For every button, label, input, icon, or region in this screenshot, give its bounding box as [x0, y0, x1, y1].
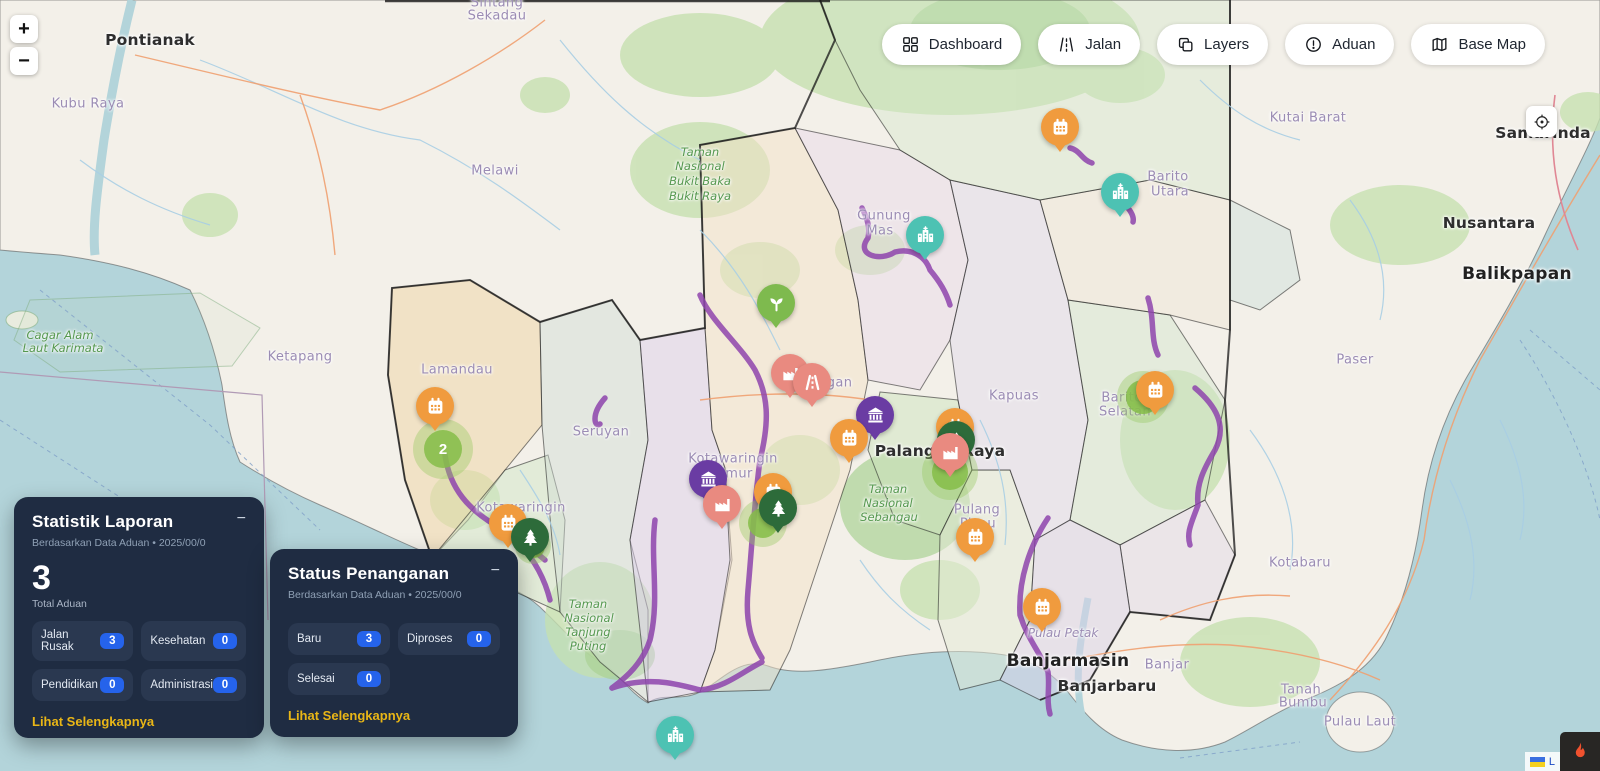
- tree-marker[interactable]: [759, 489, 797, 527]
- status-see-more-link[interactable]: Lihat Selengkapnya: [288, 708, 500, 723]
- stat-chip-pendidikan[interactable]: Pendidikan 0: [32, 669, 133, 701]
- jalan-button[interactable]: Jalan: [1038, 24, 1140, 65]
- statistik-panel-subtitle: Berdasarkan Data Aduan • 2025/00/0: [32, 537, 246, 549]
- stat-chip-label: Pendidikan: [41, 679, 98, 691]
- road-marker[interactable]: [793, 363, 831, 401]
- calendar-marker[interactable]: [416, 387, 454, 425]
- debugbar-flame-button[interactable]: [1560, 732, 1600, 771]
- calendar-marker[interactable]: [1041, 108, 1079, 146]
- map-icon: [1430, 35, 1449, 54]
- locate-button[interactable]: [1526, 106, 1557, 137]
- stat-chip-label: Kesehatan: [150, 635, 205, 647]
- status-chip-label: Selesai: [297, 673, 335, 685]
- jalan-button-label: Jalan: [1085, 36, 1121, 53]
- bank-icon: [866, 406, 885, 425]
- calendar-icon: [1146, 381, 1165, 400]
- status-panel-subtitle: Berdasarkan Data Aduan • 2025/00/0: [288, 589, 500, 601]
- layers-button-label: Layers: [1204, 36, 1249, 53]
- locate-icon: [1533, 113, 1551, 131]
- flame-icon: [1569, 739, 1591, 765]
- layers-icon: [1176, 35, 1195, 54]
- basemap-button[interactable]: Base Map: [1411, 24, 1545, 65]
- status-penanganan-panel: Status Penanganan − Berdasarkan Data Adu…: [270, 549, 518, 737]
- calendar-marker[interactable]: [1023, 588, 1061, 626]
- dashboard-button-label: Dashboard: [929, 36, 1002, 53]
- calendar-icon: [1033, 598, 1052, 617]
- tree-icon: [769, 499, 788, 518]
- stat-chip-label: Administrasi: [150, 679, 213, 691]
- total-aduan-value: 3: [32, 561, 246, 595]
- alert-circle-icon: [1304, 35, 1323, 54]
- road-icon: [803, 373, 822, 392]
- hospital-icon: [666, 726, 685, 745]
- status-chip-baru[interactable]: Baru 3: [288, 623, 390, 655]
- calendar-icon: [840, 429, 859, 448]
- statistik-panel-title: Statistik Laporan: [32, 512, 173, 532]
- status-chip-diproses[interactable]: Diproses 0: [398, 623, 500, 655]
- dashboard-button[interactable]: Dashboard: [882, 24, 1021, 65]
- calendar-marker[interactable]: [830, 419, 868, 457]
- calendar-icon: [426, 397, 445, 416]
- map-attribution: L: [1525, 752, 1560, 771]
- aduan-button-label: Aduan: [1332, 36, 1375, 53]
- statistik-see-more-link[interactable]: Lihat Selengkapnya: [32, 714, 246, 729]
- factory-marker[interactable]: [931, 433, 969, 471]
- hospital-marker[interactable]: [656, 716, 694, 754]
- calendar-marker[interactable]: [956, 518, 994, 556]
- calendar-marker[interactable]: [1136, 371, 1174, 409]
- calendar-icon: [1051, 118, 1070, 137]
- zoom-control: + −: [10, 15, 38, 75]
- grid-icon: [901, 35, 920, 54]
- stat-chip-label: Jalan Rusak: [41, 629, 100, 653]
- nav-button-bar: Dashboard Jalan Layers Aduan Base Map: [882, 24, 1545, 65]
- basemap-button-label: Base Map: [1458, 36, 1526, 53]
- stat-chip-badge: 3: [100, 633, 124, 649]
- statistik-laporan-panel: Statistik Laporan − Berdasarkan Data Adu…: [14, 497, 264, 738]
- ukraine-flag-icon: [1530, 757, 1545, 767]
- factory-icon: [941, 443, 960, 462]
- stat-chip-badge: 0: [213, 633, 237, 649]
- road-icon: [1057, 35, 1076, 54]
- factory-marker[interactable]: [703, 485, 741, 523]
- status-chip-label: Baru: [297, 633, 321, 645]
- tree-marker[interactable]: [511, 518, 549, 556]
- hospital-marker[interactable]: [906, 216, 944, 254]
- tree-icon: [521, 528, 540, 547]
- total-aduan-label: Total Aduan: [32, 598, 246, 610]
- stat-chip-badge: 0: [213, 677, 237, 693]
- status-chip-label: Diproses: [407, 633, 452, 645]
- aduan-button[interactable]: Aduan: [1285, 24, 1394, 65]
- status-chip-badge: 0: [357, 671, 381, 687]
- hospital-icon: [916, 226, 935, 245]
- statistik-collapse-button[interactable]: −: [237, 512, 246, 526]
- zoom-out-button[interactable]: −: [10, 47, 38, 75]
- zoom-in-button[interactable]: +: [10, 15, 38, 43]
- sprout-icon: [767, 294, 786, 313]
- status-panel-title: Status Penanganan: [288, 564, 449, 584]
- status-chip-selesai[interactable]: Selesai 0: [288, 663, 390, 695]
- layers-button[interactable]: Layers: [1157, 24, 1268, 65]
- stat-chip-jalan-rusak[interactable]: Jalan Rusak 3: [32, 621, 133, 661]
- status-chip-badge: 0: [467, 631, 491, 647]
- status-chip-badge: 3: [357, 631, 381, 647]
- status-collapse-button[interactable]: −: [491, 564, 500, 578]
- factory-icon: [713, 495, 732, 514]
- attribution-text: L: [1549, 756, 1555, 768]
- hospital-marker[interactable]: [1101, 173, 1139, 211]
- stat-chip-administrasi[interactable]: Administrasi 0: [141, 669, 246, 701]
- sprout-marker[interactable]: [757, 284, 795, 322]
- hospital-icon: [1111, 183, 1130, 202]
- calendar-icon: [966, 528, 985, 547]
- stat-chip-badge: 0: [100, 677, 124, 693]
- stat-chip-kesehatan[interactable]: Kesehatan 0: [141, 621, 246, 661]
